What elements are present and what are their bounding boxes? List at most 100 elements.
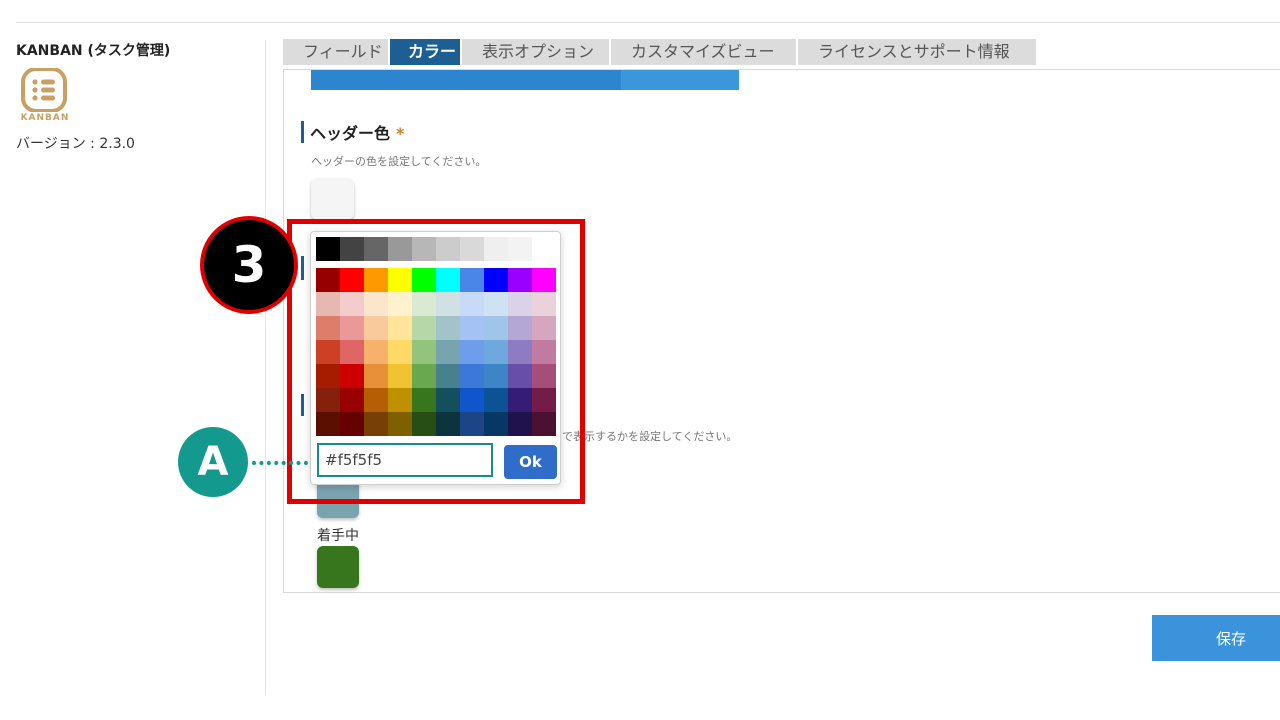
ok-button[interactable]: Ok [504,445,557,479]
palette-swatch[interactable] [532,340,556,364]
palette-swatch[interactable] [316,412,340,436]
palette-swatch[interactable] [532,316,556,340]
palette-swatch[interactable] [364,316,388,340]
palette-swatch[interactable] [460,268,484,292]
save-button[interactable]: 保存 [1152,615,1280,661]
palette-swatch[interactable] [364,388,388,412]
palette-swatch[interactable] [316,292,340,316]
palette-swatch[interactable] [436,388,460,412]
palette-swatch[interactable] [412,237,436,261]
palette-swatch[interactable] [316,316,340,340]
header-color-swatch[interactable] [311,178,354,220]
tab-color[interactable]: カラー [390,39,460,65]
palette-swatch[interactable] [484,316,508,340]
palette-swatch[interactable] [460,316,484,340]
palette-swatch[interactable] [412,412,436,436]
palette-swatch[interactable] [364,292,388,316]
palette-swatch[interactable] [412,268,436,292]
step-number-badge: 3 [200,216,298,314]
palette-swatch[interactable] [460,388,484,412]
palette-swatch[interactable] [340,388,364,412]
palette-swatch[interactable] [388,316,412,340]
palette-swatch[interactable] [484,364,508,388]
palette-swatch[interactable] [532,364,556,388]
status-color-swatch-in-progress[interactable] [317,546,359,588]
palette-swatch[interactable] [532,268,556,292]
callout-connector [252,461,308,465]
palette-swatch[interactable] [388,388,412,412]
tab-license-support[interactable]: ライセンスとサポート情報 [798,39,1036,65]
palette-swatch[interactable] [436,237,460,261]
palette-swatch[interactable] [532,292,556,316]
palette-swatch[interactable] [532,412,556,436]
palette-swatch[interactable] [412,340,436,364]
palette-swatch[interactable] [436,268,460,292]
palette-swatch[interactable] [460,292,484,316]
palette-swatch[interactable] [436,412,460,436]
palette-swatch[interactable] [436,316,460,340]
palette-swatch[interactable] [508,268,532,292]
palette-row [316,340,556,364]
palette-swatch[interactable] [364,237,388,261]
palette-row [316,316,556,340]
palette-swatch[interactable] [532,237,556,261]
palette-swatch[interactable] [412,364,436,388]
palette-row [316,364,556,388]
palette-swatch[interactable] [364,364,388,388]
palette-swatch[interactable] [436,292,460,316]
palette-swatch[interactable] [388,237,412,261]
palette-swatch[interactable] [508,388,532,412]
palette-swatch[interactable] [484,340,508,364]
palette-swatch[interactable] [388,340,412,364]
palette-swatch[interactable] [484,237,508,261]
palette-swatch[interactable] [508,292,532,316]
palette-swatch[interactable] [316,364,340,388]
palette-swatch[interactable] [340,237,364,261]
palette-swatch[interactable] [316,268,340,292]
palette-swatch[interactable] [316,237,340,261]
palette-gray-row [316,237,556,261]
tab-customize-view[interactable]: カスタマイズビュー [611,39,796,65]
palette-swatch[interactable] [340,340,364,364]
column-divider [265,40,266,695]
palette-swatch[interactable] [412,292,436,316]
palette-swatch[interactable] [436,364,460,388]
palette-swatch[interactable] [340,412,364,436]
palette-swatch[interactable] [340,292,364,316]
palette-swatch[interactable] [364,268,388,292]
palette-swatch[interactable] [460,340,484,364]
palette-swatch[interactable] [460,237,484,261]
callout-badge: A [178,427,248,497]
palette-swatch[interactable] [532,388,556,412]
palette-swatch[interactable] [340,364,364,388]
app-name: KANBAN (タスク管理) [16,43,171,59]
kanban-logo-icon: KANBAN [19,68,71,126]
palette-swatch[interactable] [508,340,532,364]
palette-swatch[interactable] [388,292,412,316]
palette-swatch[interactable] [412,388,436,412]
palette-swatch[interactable] [508,316,532,340]
palette-swatch[interactable] [460,412,484,436]
tab-fields[interactable]: フィールド [283,39,388,65]
palette-swatch[interactable] [340,316,364,340]
palette-swatch[interactable] [484,388,508,412]
palette-swatch[interactable] [508,237,532,261]
palette-swatch[interactable] [340,268,364,292]
palette-swatch[interactable] [388,268,412,292]
palette-swatch[interactable] [508,364,532,388]
palette-swatch[interactable] [388,412,412,436]
palette-swatch[interactable] [508,412,532,436]
palette-swatch[interactable] [460,364,484,388]
palette-swatch[interactable] [316,388,340,412]
palette-swatch[interactable] [484,412,508,436]
palette-swatch[interactable] [388,364,412,388]
palette-swatch[interactable] [484,292,508,316]
palette-swatch[interactable] [436,340,460,364]
palette-swatch[interactable] [364,412,388,436]
hex-color-input[interactable] [317,443,493,477]
palette-swatch[interactable] [412,316,436,340]
palette-swatch[interactable] [316,340,340,364]
palette-swatch[interactable] [484,268,508,292]
palette-swatch[interactable] [364,340,388,364]
tab-display-options[interactable]: 表示オプション [462,39,609,65]
